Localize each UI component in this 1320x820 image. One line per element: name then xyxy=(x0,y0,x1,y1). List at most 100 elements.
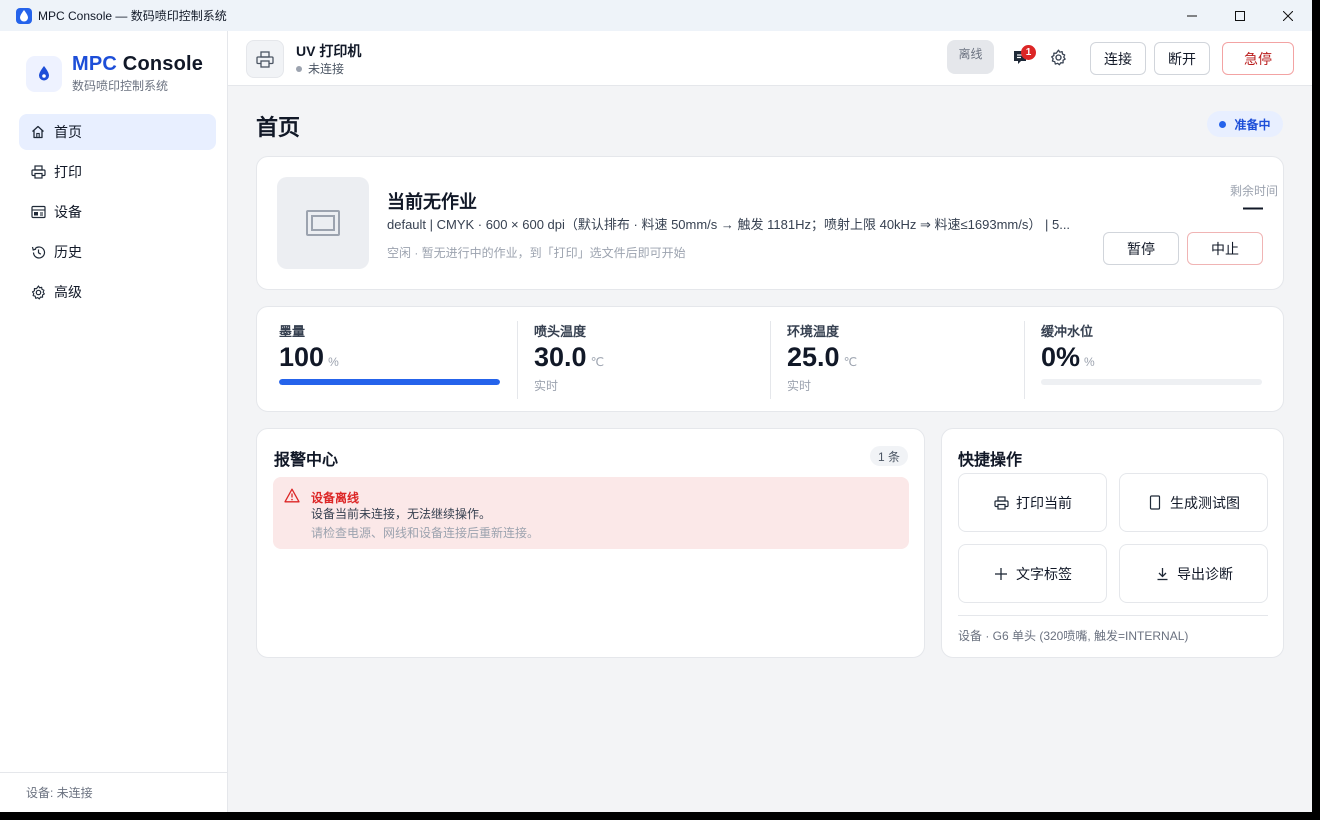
job-title: 当前无作业 xyxy=(387,192,477,212)
status-badge: 准备中 xyxy=(1207,111,1283,137)
brand-subtitle: 数码喷印控制系统 xyxy=(72,79,169,93)
metric-unit: % xyxy=(328,355,339,369)
gear-icon xyxy=(30,284,46,300)
minimize-button[interactable] xyxy=(1168,0,1216,31)
home-icon xyxy=(30,124,46,140)
pause-button[interactable]: 暂停 xyxy=(1103,232,1179,265)
sidebar-item-history[interactable]: 历史 xyxy=(19,234,216,270)
button-label: 文字标签 xyxy=(1016,565,1072,582)
window-title: MPC Console — 数码喷印控制系统 xyxy=(38,9,227,23)
image-placeholder-icon xyxy=(306,210,340,236)
job-thumbnail xyxy=(277,177,369,269)
job-parameters: default | CMYK · 600 × 600 dpi（默认排布 · 料速… xyxy=(387,217,1071,232)
settings-gear-icon[interactable] xyxy=(1050,49,1068,67)
emergency-stop-button[interactable]: 急停 xyxy=(1222,42,1294,75)
device-name: UV 打印机 xyxy=(296,43,362,59)
alarm-title: 设备离线 xyxy=(311,491,360,505)
remaining-time-value: — xyxy=(1243,197,1263,219)
sidebar-item-advanced[interactable]: 高级 xyxy=(19,274,216,310)
download-icon xyxy=(1154,566,1170,582)
sidebar-item-label: 高级 xyxy=(54,284,82,300)
connect-button[interactable]: 连接 xyxy=(1090,42,1146,75)
close-icon xyxy=(1283,10,1293,21)
alarm-center-card: 报警中心 1 条 设备离线 设备当前未连接，无法继续操作。 请检查电源、网线和设… xyxy=(256,428,925,658)
metric-unit: ℃ xyxy=(843,355,858,369)
sidebar-item-label: 首页 xyxy=(54,124,82,140)
metric-unit: % xyxy=(1084,355,1095,369)
maximize-button[interactable] xyxy=(1216,0,1264,31)
minimize-icon xyxy=(1187,15,1197,16)
text-label-button[interactable]: 文字标签 xyxy=(958,544,1107,603)
metric-sub: 实时 xyxy=(787,379,812,393)
button-label: 打印当前 xyxy=(1016,494,1072,511)
metric-value: 25.0 ℃ xyxy=(787,342,857,373)
printer-icon xyxy=(993,495,1009,511)
device-info: 设备 · G6 单头 (320喷嘴, 触发=INTERNAL) xyxy=(958,629,1189,643)
sidebar-item-label: 打印 xyxy=(54,164,82,180)
ink-level-bar xyxy=(279,379,500,385)
button-label: 导出诊断 xyxy=(1177,565,1233,582)
close-button[interactable] xyxy=(1264,0,1312,31)
maximize-icon xyxy=(1235,10,1245,21)
export-diagnostics-button[interactable]: 导出诊断 xyxy=(1119,544,1268,603)
alarm-message: 设备当前未连接，无法继续操作。 xyxy=(311,507,492,521)
document-icon xyxy=(1147,495,1163,511)
disconnect-button[interactable]: 断开 xyxy=(1154,42,1210,75)
metrics-card: 墨量 100 % 喷头温度 30.0 ℃ 实时 环境温度 25.0 ℃ 实时 缓… xyxy=(256,306,1284,412)
device-connection-status: 未连接 xyxy=(296,60,344,77)
sidebar-item-label: 设备 xyxy=(54,204,82,220)
metric-divider xyxy=(770,321,771,399)
top-header: UV 打印机 未连接 离线 1 连接 断开 急停 xyxy=(228,31,1312,86)
status-dot xyxy=(296,65,302,72)
metric-number: 0% xyxy=(1041,342,1081,372)
printer-icon xyxy=(30,164,46,180)
alarm-hint: 请检查电源、网线和设备连接后重新连接。 xyxy=(311,526,540,540)
page-title: 首页 xyxy=(256,115,301,140)
metric-label: 环境温度 xyxy=(787,324,840,339)
current-job-card: 当前无作业 default | CMYK · 600 × 600 dpi（默认排… xyxy=(256,156,1284,290)
quick-actions-card: 快捷操作 打印当前 生成测试图 文字标签 导出诊断 设备 · G6 单头 (32… xyxy=(941,428,1284,658)
metric-value: 0% % xyxy=(1041,342,1262,373)
ink-drop-icon xyxy=(26,55,62,92)
alarm-center-title: 报警中心 xyxy=(274,452,339,469)
env-temp-metric: 环境温度 25.0 ℃ 实时 xyxy=(787,321,857,399)
brand: MPC Console 数码喷印控制系统 xyxy=(26,53,203,94)
sidebar-item-home[interactable]: 首页 xyxy=(19,114,216,150)
app-icon xyxy=(16,7,32,24)
metric-number: 30.0 xyxy=(534,342,587,372)
metric-divider xyxy=(517,321,518,399)
status-text: 未连接 xyxy=(308,62,345,76)
plus-icon xyxy=(993,566,1009,582)
job-hint: 空闲 · 暂无进行中的作业，到「打印」选文件后即可开始 xyxy=(387,246,686,260)
sidebar-device-status: 设备: 未连接 xyxy=(0,772,227,812)
metric-sub: 实时 xyxy=(534,379,559,393)
print-current-button[interactable]: 打印当前 xyxy=(958,473,1107,532)
buffer-level-metric: 缓冲水位 0% % xyxy=(1041,321,1262,399)
metric-value: 100 % xyxy=(279,342,500,373)
app-window: MPC Console — 数码喷印控制系统 MPC Console 数码喷印控… xyxy=(0,0,1312,812)
sidebar-item-print[interactable]: 打印 xyxy=(19,154,216,190)
alarm-item[interactable]: 设备离线 设备当前未连接，无法继续操作。 请检查电源、网线和设备连接后重新连接。 xyxy=(273,477,909,549)
metric-label: 墨量 xyxy=(279,324,306,339)
sidebar-item-device[interactable]: 设备 xyxy=(19,194,216,230)
head-temp-metric: 喷头温度 30.0 ℃ 实时 xyxy=(534,321,604,399)
status-text: 准备中 xyxy=(1234,117,1271,132)
metric-number: 25.0 xyxy=(787,342,840,372)
ink-level-metric: 墨量 100 % xyxy=(279,321,500,399)
test-pattern-button[interactable]: 生成测试图 xyxy=(1119,473,1268,532)
alarm-count-badge: 1 条 xyxy=(869,446,908,466)
metric-value: 30.0 ℃ xyxy=(534,342,604,373)
brand-name: MPC Console xyxy=(72,53,204,75)
metric-number: 100 xyxy=(279,342,325,372)
warning-icon xyxy=(284,488,300,504)
device-icon xyxy=(30,204,46,220)
sidebar-item-label: 历史 xyxy=(54,244,82,260)
ink-level-fill xyxy=(279,379,500,385)
offline-badge: 离线 xyxy=(947,40,994,74)
sidebar: MPC Console 数码喷印控制系统 首页 打印 设备 历史 高级 设备: … xyxy=(0,31,228,812)
abort-button[interactable]: 中止 xyxy=(1187,232,1263,265)
printer-icon xyxy=(246,40,284,78)
history-icon xyxy=(30,244,46,260)
title-bar: MPC Console — 数码喷印控制系统 xyxy=(0,0,1312,31)
status-dot xyxy=(1219,120,1227,128)
